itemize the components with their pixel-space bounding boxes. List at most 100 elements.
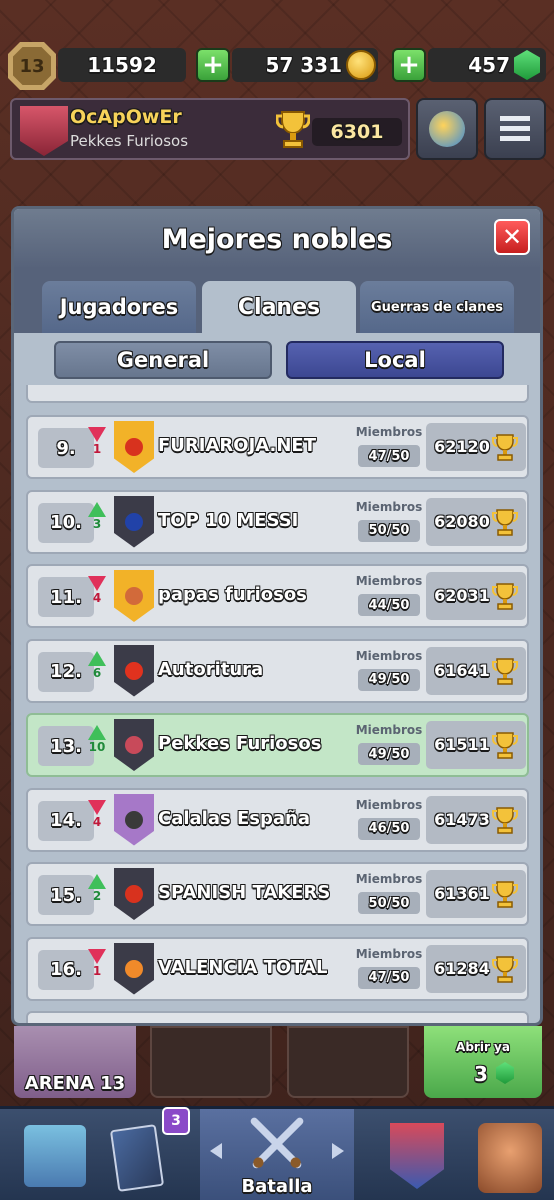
open-now-label: Abrir ya <box>456 1040 510 1054</box>
chest-gem-cost: 3 <box>474 1062 488 1086</box>
clan-row[interactable]: 10. 3 TOP 10 MESSI Miembros 50/50 62080 <box>26 489 529 554</box>
members-count: 50/50 <box>358 892 420 914</box>
experience-counter[interactable]: 11592 <box>58 48 186 82</box>
shop-chest-icon <box>24 1125 86 1187</box>
clan-score: 61284 <box>426 944 526 993</box>
modal-title: Mejores nobles <box>161 223 393 255</box>
chevron-left-icon <box>210 1143 222 1159</box>
clan-score: 61511 <box>426 721 526 769</box>
clan-name: TOP 10 MESSI <box>158 509 299 531</box>
resource-bar: 13 11592 + 57 331 + 457 <box>0 30 554 100</box>
nav-battle[interactable]: Batalla <box>200 1109 354 1200</box>
clan-ranking-list[interactable]: 9. 1 FURIAROJA.NET Miembros 47/50 62120 … <box>14 385 540 1023</box>
arena-card[interactable]: ARENA 13 <box>14 1026 136 1098</box>
close-button[interactable]: ✕ <box>494 219 530 255</box>
level-badge[interactable]: 13 <box>8 42 56 90</box>
nav-cards[interactable]: 3 <box>104 1107 194 1197</box>
members-count: 50/50 <box>358 519 420 542</box>
giant-avatar-icon <box>478 1123 542 1193</box>
rank-change-indicator: 6 <box>86 650 108 680</box>
clan-row[interactable]: 9. 1 FURIAROJA.NET Miembros 47/50 62120 <box>26 415 529 479</box>
clan-badge-icon <box>114 421 154 473</box>
members-label: Miembros <box>355 499 423 514</box>
clan-trophies: 62080 <box>434 511 490 531</box>
clan-trophies: 61511 <box>434 735 490 754</box>
clan-trophies: 61284 <box>434 958 490 978</box>
nav-shop[interactable] <box>12 1117 102 1197</box>
clan-emblem-icon <box>125 587 143 605</box>
rank-up-icon <box>88 725 106 740</box>
clan-row[interactable]: 14. 4 Calalas España Miembros 46/50 6147… <box>26 787 529 852</box>
clan-row[interactable]: 16. 1 VALENCIA TOTAL Miembros 47/50 6128… <box>26 936 529 1001</box>
cards-notification-badge: 3 <box>162 1107 190 1135</box>
rank-change: 1 <box>92 442 102 456</box>
clan-row-partial[interactable] <box>26 385 529 403</box>
subtab-local[interactable]: Local <box>286 341 504 379</box>
trophy-icon <box>492 583 518 610</box>
level-number: 13 <box>13 47 51 85</box>
clan-score: 62120 <box>426 423 526 471</box>
rank-change: 4 <box>92 591 102 605</box>
members-label: Miembros <box>355 872 423 886</box>
tab-guerras-de-clanes[interactable]: Guerras de clanes <box>360 281 514 333</box>
rank-change-indicator: 1 <box>86 427 108 456</box>
player-profile[interactable]: OcApOwEr Pekkes Furiosos 6301 <box>10 98 410 160</box>
gold-amount: 57 331 <box>265 53 342 77</box>
trophy-icon <box>492 732 518 759</box>
clan-name: Pekkes Furiosos <box>158 733 322 754</box>
rank-change: 2 <box>92 889 102 903</box>
members-count: 47/50 <box>358 966 420 989</box>
clan-trophies: 61473 <box>434 809 490 829</box>
rank-change-indicator: 4 <box>86 576 108 605</box>
members-count: 47/50 <box>358 445 420 467</box>
members-label: Miembros <box>355 425 423 439</box>
clan-row[interactable]: 15. 2 SPANISH TAKERS Miembros 50/50 6136… <box>26 862 529 926</box>
trophy-icon <box>492 508 518 536</box>
clan-score: 62080 <box>426 497 526 546</box>
members-label: Miembros <box>355 797 423 812</box>
season-pass-button[interactable] <box>416 98 478 160</box>
empty-chest-slot-1[interactable] <box>150 1026 272 1098</box>
clan-badge-icon <box>114 793 154 846</box>
gem-icon <box>496 1062 514 1084</box>
tab-jugadores[interactable]: Jugadores <box>42 281 196 333</box>
tab-clanes[interactable]: Clanes <box>202 281 356 333</box>
clan-row[interactable]: 12. 6 Autoritura Miembros 49/50 61641 <box>26 638 529 703</box>
rank-down-icon <box>88 576 106 591</box>
bottom-navbar: 3 Batalla <box>0 1106 554 1200</box>
leaderboard-modal: Mejores nobles ✕ Jugadores Clanes Guerra… <box>11 206 543 1026</box>
menu-button[interactable] <box>484 98 546 160</box>
trophy-icon <box>276 111 310 148</box>
subtab-general[interactable]: General <box>54 341 272 379</box>
empty-chest-slot-2[interactable] <box>287 1026 409 1098</box>
add-gold-button[interactable]: + <box>196 48 230 82</box>
clan-badge-icon <box>114 719 154 771</box>
clan-emblem-icon <box>125 438 143 456</box>
gems-amount: 457 <box>468 53 510 77</box>
rank-change: 3 <box>92 516 102 531</box>
clan-badge-icon <box>114 942 154 995</box>
hamburger-icon <box>500 116 530 142</box>
trophy-icon <box>492 881 518 908</box>
members-count: 49/50 <box>358 668 420 691</box>
rank-change-indicator: 3 <box>86 501 108 531</box>
add-gems-button[interactable]: + <box>392 48 426 82</box>
nav-clan[interactable] <box>374 1117 464 1197</box>
members-label: Miembros <box>355 723 423 737</box>
nav-events[interactable] <box>466 1117 554 1197</box>
clan-emblem-icon <box>125 810 143 829</box>
clan-badge-icon <box>114 570 154 622</box>
rank-change: 6 <box>92 665 102 680</box>
arena-label: ARENA 13 <box>24 1073 126 1094</box>
clan-row[interactable]: 11. 4 papas furiosos Miembros 44/50 6203… <box>26 564 529 628</box>
clan-trophies: 61361 <box>434 884 490 903</box>
crown-globe-icon <box>429 111 465 147</box>
trophy-count: 6301 <box>312 118 402 146</box>
clan-row-partial[interactable] <box>26 1011 529 1023</box>
clan-row[interactable]: 13. 10 Pekkes Furiosos Miembros 49/50 61… <box>26 713 529 777</box>
clan-emblem-icon <box>125 661 143 680</box>
rank-down-icon <box>88 427 106 442</box>
rank-change-indicator: 1 <box>86 948 108 978</box>
free-chest-card[interactable]: Abrir ya 3 <box>424 1026 542 1098</box>
rank-up-icon <box>88 650 106 666</box>
